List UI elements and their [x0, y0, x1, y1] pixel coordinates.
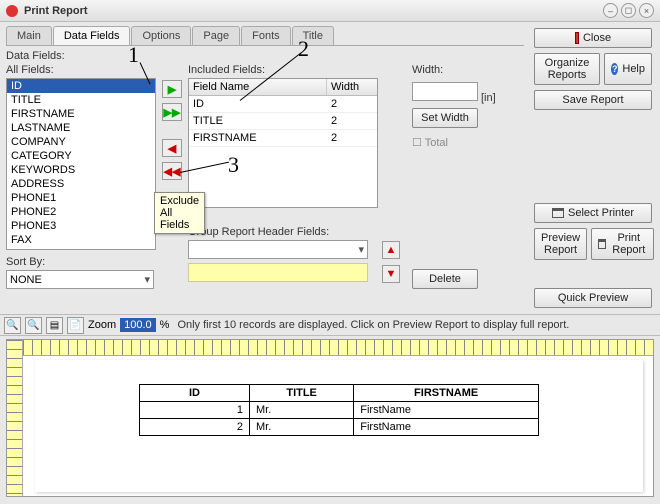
- data-fields-label: Data Fields:: [6, 50, 524, 62]
- save-report-button[interactable]: Save Report: [534, 90, 652, 110]
- preview-td: 2: [140, 419, 250, 436]
- door-icon: [575, 32, 579, 44]
- minimize-button[interactable]: –: [603, 3, 618, 18]
- width-unit: [in]: [481, 92, 496, 104]
- preview-td: Mr.: [250, 402, 354, 419]
- sort-by-value: NONE: [10, 274, 42, 286]
- preview-page: ID TITLE FIRSTNAME 1 Mr. FirstName 2 Mr.…: [35, 360, 643, 492]
- arrow-right-icon: ▶: [168, 83, 176, 96]
- exclude-one-button[interactable]: ◀: [162, 139, 182, 157]
- preview-th: ID: [140, 385, 250, 402]
- maximize-button[interactable]: ◻: [621, 3, 636, 18]
- list-item[interactable]: TITLE: [7, 93, 155, 107]
- window-title: Print Report: [24, 5, 600, 17]
- group-header-value[interactable]: [188, 263, 368, 282]
- tab-data-fields[interactable]: Data Fields: [53, 26, 131, 45]
- chevron-down-icon: ▾: [358, 243, 364, 256]
- help-button[interactable]: ?Help: [604, 53, 652, 85]
- move-down-button[interactable]: ▼: [382, 265, 400, 283]
- include-one-button[interactable]: ▶: [162, 80, 182, 98]
- table-row[interactable]: ID2: [189, 96, 377, 113]
- titlebar: Print Report – ◻ ×: [0, 0, 660, 22]
- tab-bar: Main Data Fields Options Page Fonts Titl…: [6, 26, 524, 46]
- preview-table: ID TITLE FIRSTNAME 1 Mr. FirstName 2 Mr.…: [139, 384, 539, 436]
- preview-pane[interactable]: ID TITLE FIRSTNAME 1 Mr. FirstName 2 Mr.…: [6, 339, 654, 497]
- list-item[interactable]: ID: [7, 79, 155, 93]
- zoom-label: Zoom: [88, 319, 116, 331]
- width-input[interactable]: [412, 82, 478, 101]
- list-item[interactable]: ADDRESS: [7, 177, 155, 191]
- sort-by-label: Sort By:: [6, 256, 156, 268]
- preview-td: FirstName: [354, 402, 539, 419]
- tab-fonts[interactable]: Fonts: [241, 26, 291, 45]
- list-item[interactable]: KEYWORDS: [7, 163, 155, 177]
- list-item[interactable]: PHONE2: [7, 205, 155, 219]
- list-item[interactable]: FIRSTNAME: [7, 107, 155, 121]
- organize-reports-button[interactable]: Organize Reports: [534, 53, 600, 85]
- list-item[interactable]: CATEGORY: [7, 149, 155, 163]
- table-row[interactable]: TITLE2: [189, 113, 377, 130]
- select-printer-button[interactable]: Select Printer: [534, 203, 652, 223]
- printer-icon: [598, 239, 606, 249]
- page-icon[interactable]: 📄: [67, 317, 84, 334]
- total-checkbox[interactable]: ☐ Total: [412, 136, 516, 149]
- list-item[interactable]: COMPANY: [7, 135, 155, 149]
- width-label: Width:: [412, 64, 516, 76]
- print-report-button[interactable]: Print Report: [591, 228, 654, 260]
- list-item[interactable]: FAX: [7, 233, 155, 247]
- all-fields-label: All Fields:: [6, 64, 156, 76]
- preview-th: FIRSTNAME: [354, 385, 539, 402]
- status-bar: 🔍 🔍 ▤ 📄 Zoom 100.0 % Only first 10 recor…: [0, 314, 660, 336]
- included-fields-table[interactable]: Field Name Width ID2 TITLE2 FIRSTNAME2: [188, 78, 378, 208]
- close-window-button[interactable]: ×: [639, 3, 654, 18]
- quick-preview-button[interactable]: Quick Preview: [534, 288, 652, 308]
- preview-report-button[interactable]: Preview Report: [534, 228, 587, 260]
- tab-options[interactable]: Options: [131, 26, 191, 45]
- close-button[interactable]: Close: [534, 28, 652, 48]
- zoom-in-icon[interactable]: 🔍: [4, 317, 21, 334]
- all-fields-listbox[interactable]: ID TITLE FIRSTNAME LASTNAME COMPANY CATE…: [6, 78, 156, 250]
- fit-page-icon[interactable]: ▤: [46, 317, 63, 334]
- list-item[interactable]: EMAIL: [7, 247, 155, 250]
- preview-td: Mr.: [250, 419, 354, 436]
- app-icon: [6, 5, 18, 17]
- tab-title[interactable]: Title: [292, 26, 334, 45]
- delete-button[interactable]: Delete: [412, 269, 478, 289]
- double-arrow-right-icon: ▶▶: [164, 106, 181, 119]
- group-header-combo[interactable]: ▾: [188, 240, 368, 259]
- col-width: Width: [327, 79, 377, 95]
- arrow-down-icon: ▼: [386, 268, 397, 280]
- zoom-value[interactable]: 100.0: [120, 318, 156, 332]
- exclude-all-tooltip: Exclude All Fields: [154, 192, 205, 234]
- list-item[interactable]: PHONE3: [7, 219, 155, 233]
- set-width-button[interactable]: Set Width: [412, 108, 478, 128]
- preview-td: 1: [140, 402, 250, 419]
- sort-by-combo[interactable]: NONE ▾: [6, 270, 154, 289]
- table-row[interactable]: FIRSTNAME2: [189, 130, 377, 147]
- help-icon: ?: [611, 63, 618, 75]
- preview-td: FirstName: [354, 419, 539, 436]
- double-arrow-left-icon: ◀◀: [164, 165, 181, 178]
- arrow-up-icon: ▲: [386, 244, 397, 256]
- arrow-left-icon: ◀: [168, 142, 176, 155]
- zoom-pct: %: [160, 319, 170, 331]
- zoom-out-icon[interactable]: 🔍: [25, 317, 42, 334]
- group-header-label: Group Report Header Fields:: [188, 226, 378, 238]
- tab-main[interactable]: Main: [6, 26, 52, 45]
- status-message: Only first 10 records are displayed. Cli…: [177, 319, 569, 331]
- move-up-button[interactable]: ▲: [382, 241, 400, 259]
- printer-icon: [552, 208, 564, 218]
- ruler-vertical: [7, 340, 23, 496]
- ruler-horizontal: [23, 340, 653, 356]
- tab-page[interactable]: Page: [192, 26, 240, 45]
- chevron-down-icon: ▾: [144, 273, 150, 286]
- list-item[interactable]: LASTNAME: [7, 121, 155, 135]
- preview-th: TITLE: [250, 385, 354, 402]
- include-all-button[interactable]: ▶▶: [162, 103, 182, 121]
- list-item[interactable]: PHONE1: [7, 191, 155, 205]
